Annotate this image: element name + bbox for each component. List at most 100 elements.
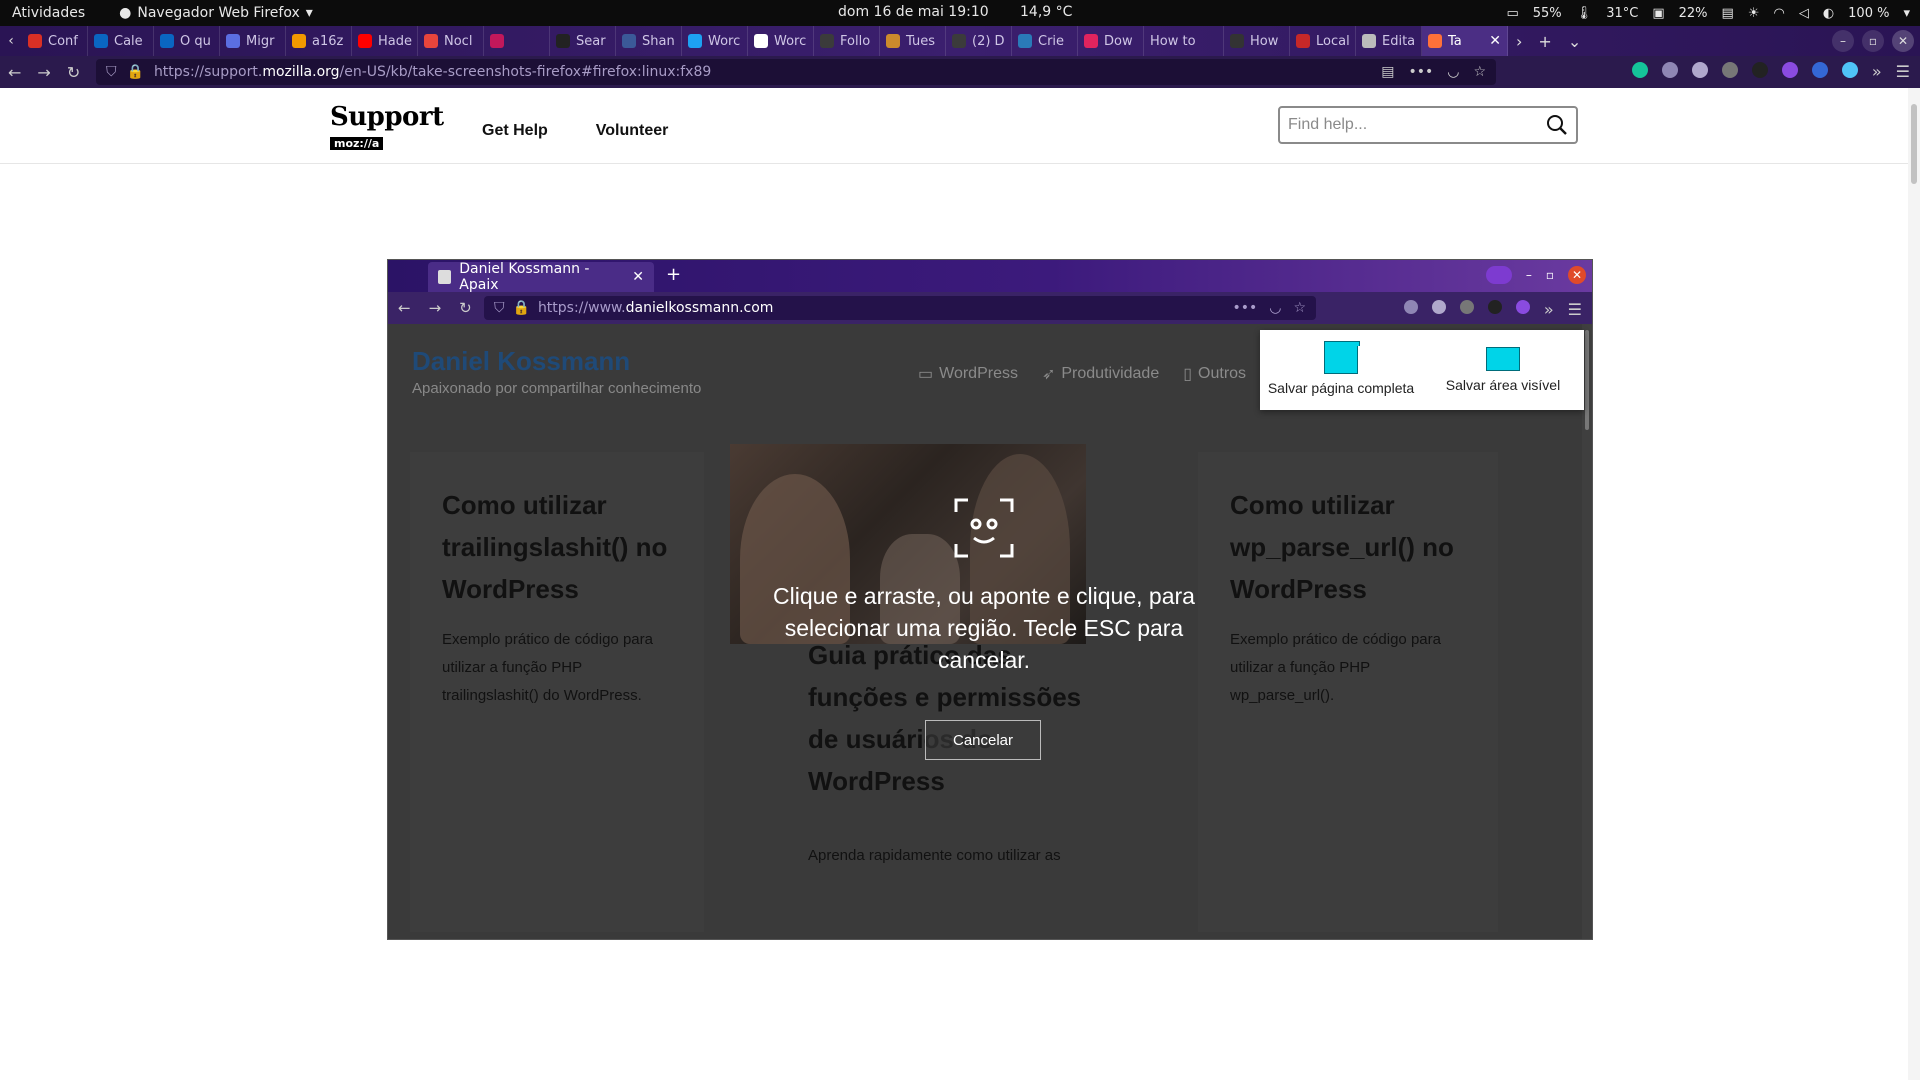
browser-tab[interactable]: Migr [220,26,286,56]
sidebar-icon[interactable] [1661,62,1678,78]
browser-tab[interactable]: Shan [616,26,682,56]
browser-tab[interactable]: Tues [880,26,946,56]
minimize-icon[interactable]: – [1832,30,1854,52]
cpu-temp: 31°C [1606,5,1639,21]
extensions-toolbar: » ☰ [1631,62,1910,81]
extension-icon[interactable] [1751,62,1768,78]
url-field[interactable]: ⛉ 🔒 https://support.mozilla.org/en-US/kb… [96,59,1496,85]
save-visible-label: Salvar área visível [1445,377,1561,393]
browser-tab[interactable]: Worc [682,26,748,56]
weather-indicator[interactable]: 14,9 °C [1020,4,1072,20]
activities-button[interactable]: Atividades [12,5,85,21]
browser-tab[interactable]: a16z [286,26,352,56]
browser-tab[interactable]: Worc [748,26,814,56]
browser-tab[interactable]: Hade [352,26,418,56]
browser-tab[interactable]: Edita [1356,26,1422,56]
browser-tab[interactable]: O qu [154,26,220,56]
chevron-down-icon[interactable]: ▾ [1903,6,1910,21]
tab-label: Cale [114,33,143,49]
wifi-icon[interactable]: ◠ [1773,6,1784,21]
extension-icon[interactable] [1721,62,1738,78]
brightness-icon[interactable]: ☀ [1748,6,1760,21]
full-page-icon [1324,341,1360,374]
reader-view-icon[interactable]: ▤ [1381,64,1394,80]
shield-icon[interactable]: ⛉ [106,64,117,80]
browser-tab[interactable]: Nocl [418,26,484,56]
screenshot-tool-overlay: Clique e arraste, ou aponte e clique, pa… [388,260,1592,939]
scrollbar-thumb[interactable] [1911,104,1917,184]
volume-level[interactable]: 100 % [1848,6,1889,21]
new-tab-icon[interactable]: + [1538,32,1551,51]
overflow-chevron-icon[interactable]: » [1872,62,1882,81]
window-controls: – ▫ ✕ [1832,30,1914,52]
mic-icon[interactable]: ◐ [1823,6,1834,21]
tab-label: Ta [1448,33,1462,49]
extension-icon[interactable] [1781,62,1798,78]
close-tab-icon[interactable]: ✕ [1489,33,1501,49]
extension-icon[interactable] [1691,62,1708,78]
browser-tab[interactable]: How [1224,26,1290,56]
reload-icon[interactable]: ↻ [67,63,80,82]
tab-label: a16z [312,33,344,49]
tab-label: Crie [1038,33,1065,49]
browser-tab[interactable]: Follo [814,26,880,56]
tab-favicon-icon [358,34,372,48]
tab-favicon-icon [1362,34,1376,48]
browser-tab[interactable]: How to [1144,26,1224,56]
extension-icon[interactable] [1841,62,1858,78]
visible-area-icon [1486,347,1520,371]
site-nav: Get Help Volunteer [482,122,668,140]
tab-label: Conf [48,33,78,49]
lock-icon[interactable]: 🔒 [127,64,144,80]
close-icon[interactable]: ✕ [1892,30,1914,52]
list-all-tabs-icon[interactable]: ⌄ [1568,32,1581,51]
app-menu[interactable]: ● Navegador Web Firefox ▾ [119,5,313,21]
browser-tab[interactable]: Ta ✕ [1422,26,1508,56]
tab-scroll-right-icon[interactable]: › [1516,32,1522,51]
browser-tab[interactable]: Crie [1012,26,1078,56]
search-box [1278,106,1578,144]
tab-favicon-icon [1428,34,1442,48]
support-logo[interactable]: Support moz://a [330,102,444,151]
tab-label: Worc [774,33,807,49]
pocket-icon[interactable]: ◡ [1447,64,1459,80]
hamburger-menu-icon[interactable]: ☰ [1896,62,1910,81]
browser-tab[interactable]: Cale [88,26,154,56]
tab-label: How [1250,33,1279,49]
browser-tab[interactable]: Conf [22,26,88,56]
browser-tab[interactable]: Dow [1078,26,1144,56]
search-input[interactable] [1288,116,1538,134]
browser-tab[interactable]: Local [1290,26,1356,56]
tab-label: Hade [378,33,412,49]
tab-label: Worc [708,33,741,49]
browser-tab[interactable] [484,26,550,56]
nav-get-help[interactable]: Get Help [482,122,548,140]
nav-volunteer[interactable]: Volunteer [596,122,669,140]
tab-label: O qu [180,33,211,49]
tab-scroll-left-icon[interactable]: ‹ [0,33,22,49]
tab-favicon-icon [556,34,570,48]
restore-icon[interactable]: ▫ [1862,30,1884,52]
save-visible-button: Salvar área visível [1422,330,1584,410]
clipboard-icon[interactable]: ▤ [1722,6,1734,21]
grammarly-icon[interactable] [1631,62,1648,78]
bitwarden-icon[interactable] [1811,62,1828,78]
page-scrollbar[interactable] [1908,88,1920,1080]
page-actions-icon[interactable]: ••• [1408,64,1433,80]
bookmark-star-icon[interactable]: ☆ [1473,64,1486,80]
forward-icon[interactable]: → [37,63,50,82]
browser-tab[interactable]: (2) D [946,26,1012,56]
tab-favicon-icon [886,34,900,48]
clock[interactable]: dom 16 de mai 19:10 [838,4,989,20]
app-name: Navegador Web Firefox [137,5,300,21]
back-icon[interactable]: ← [8,63,21,82]
speaker-icon[interactable]: ◁ [1799,6,1809,21]
browser-tab[interactable]: Sear [550,26,616,56]
tab-favicon-icon [490,34,504,48]
screenshot-face-icon [954,498,1014,558]
chevron-down-icon: ▾ [305,5,313,21]
tab-favicon-icon [1230,34,1244,48]
navigation-toolbar: ← → ↻ ⛉ 🔒 https://support.mozilla.org/en… [0,56,1920,88]
example-screenshot: Daniel Kossmann - Apaix ✕ + – ▫ ✕ ← → ↻ … [388,260,1592,939]
search-icon[interactable] [1538,108,1576,142]
